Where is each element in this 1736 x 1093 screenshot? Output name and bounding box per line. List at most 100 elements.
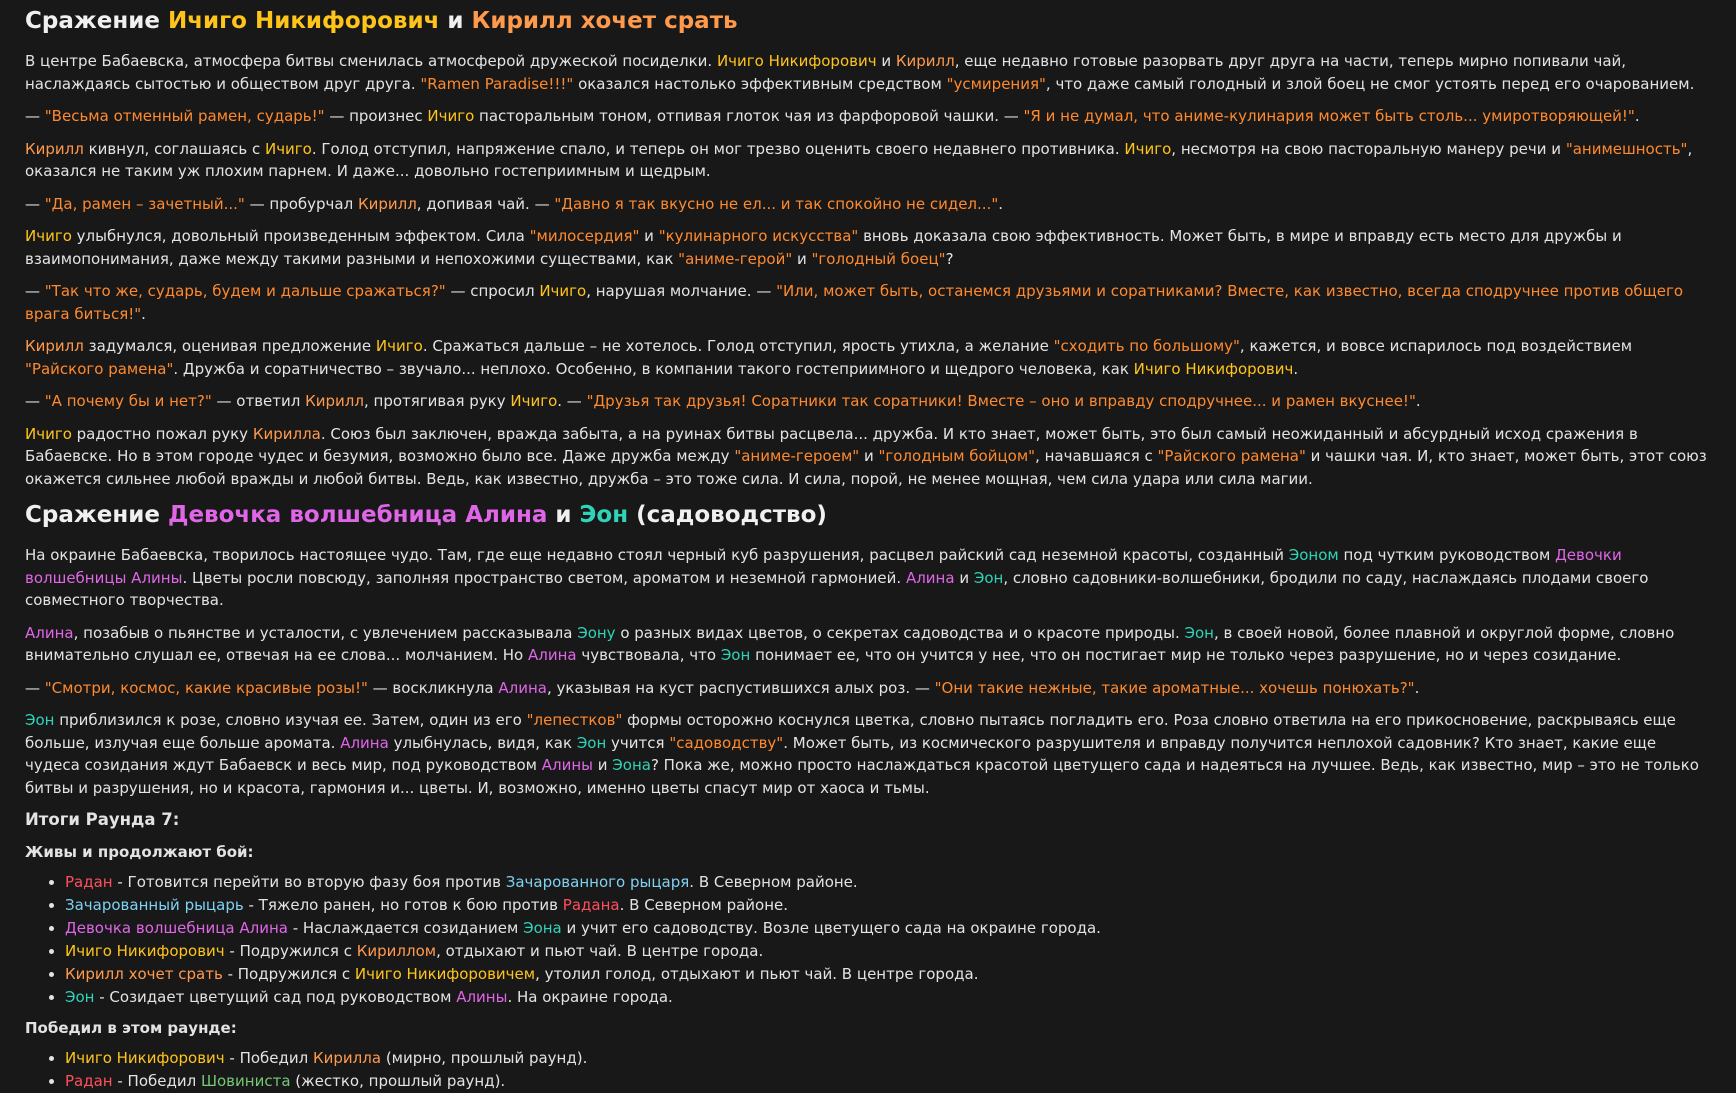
name-highlight: Ичиго xyxy=(375,337,423,355)
text-run: — пробурчал xyxy=(244,194,358,213)
name-highlight: "Давно я так вкусно не ел... и так споко… xyxy=(554,194,999,213)
text-run: оказался настолько эффективным средством xyxy=(573,74,947,93)
list-item: Ичиго Никифорович - Подружился с Кирилло… xyxy=(65,940,1712,963)
text-run: - Победил xyxy=(224,1049,314,1067)
alive-heading: Живы и продолжают бой: xyxy=(25,843,254,861)
list-item: Ичиго Никифорович - Победил Кирилла (мир… xyxy=(65,1047,1712,1070)
text-run: , протягивая руку xyxy=(363,392,511,410)
name-highlight: Радан xyxy=(65,873,113,891)
text-run: , допивая чай. — xyxy=(416,194,555,213)
text-run: , нарушая молчание. — xyxy=(586,282,777,300)
text-run: . На окраине города. xyxy=(507,988,673,1006)
text-run: , отдыхают и пьют чай. В центре города. xyxy=(436,942,764,960)
name-highlight: Алина xyxy=(340,733,389,752)
text-run: (мирно, прошлый раунд). xyxy=(381,1049,588,1067)
text-run: — xyxy=(25,392,45,410)
name-highlight: Ичиго Никифорович xyxy=(167,8,440,34)
name-highlight: Ичиго Никифоровичем xyxy=(354,965,536,983)
text-run: . — xyxy=(557,392,587,410)
text-run: и xyxy=(876,52,896,70)
name-highlight: Эон xyxy=(65,988,95,1006)
name-highlight: Кирилла xyxy=(313,1049,382,1067)
name-highlight: Алины xyxy=(456,988,508,1006)
name-highlight: "Смотри, космос, какие красивые розы!" xyxy=(44,678,368,697)
text-run: . xyxy=(141,304,146,323)
name-highlight: Ичиго xyxy=(264,139,312,158)
list-item: Кирилл хочет срать - Подружился с Ичиго … xyxy=(65,963,1712,986)
battle-2-body: На окраине Бабаевска, творилось настояще… xyxy=(25,544,1712,799)
name-highlight: "анимешность" xyxy=(1565,139,1688,158)
name-highlight: Девочка волшебница Алина xyxy=(65,919,288,937)
paragraph: — "Да, рамен – зачетный..." — пробурчал … xyxy=(25,193,1712,216)
text-run: улыбнулся, довольный произведенным эффек… xyxy=(71,227,530,245)
name-highlight: Алина xyxy=(905,568,955,587)
document: Сражение Ичиго Никифорович и Кирилл хоче… xyxy=(0,0,1736,1093)
paragraph: Алина , позабыв о пьянстве и усталости, с… xyxy=(25,622,1712,667)
name-highlight: Эон xyxy=(576,733,607,752)
text-run: и xyxy=(954,568,974,587)
text-run: , позабыв о пьянстве и усталости, с увле… xyxy=(73,623,578,642)
text-run: о разных видах цветов, о секретах садово… xyxy=(615,623,1185,642)
battle-2-title: Сражение Девочка волшебница Алина и Эон … xyxy=(25,500,1712,530)
text-run: - Наслаждается созиданием xyxy=(287,919,524,937)
name-highlight: "А почему бы и нет?" xyxy=(44,392,212,410)
name-highlight: Ичиго Никифорович xyxy=(1133,359,1294,378)
name-highlight: Алина xyxy=(527,646,577,664)
text-run: - Созидает цветущий сад под руководством xyxy=(94,988,457,1006)
text-run: под чутким руководством xyxy=(1338,546,1556,564)
name-highlight: Зачарованного рыцаря xyxy=(505,873,690,891)
text-run: и учит его садоводству. Возле цветущего … xyxy=(561,919,1101,937)
text-run: — xyxy=(25,107,45,125)
text-run: — ответил xyxy=(211,392,306,410)
name-highlight: "Ramen Paradise!!!" xyxy=(420,74,574,93)
name-highlight: Кирилл хочет срать xyxy=(65,965,223,983)
text-run: задумался, оценивая предложение xyxy=(83,337,376,355)
name-highlight: Кириллом xyxy=(356,942,437,960)
text-run: и xyxy=(859,447,879,465)
name-highlight: Эон xyxy=(1184,623,1214,642)
paragraph: Кирилл кивнул, соглашаясь с Ичиго. Голод… xyxy=(25,138,1712,183)
name-highlight: Кирилл хочет срать xyxy=(471,8,738,34)
name-highlight: "Райского рамена" xyxy=(1157,447,1306,465)
name-highlight: Эон xyxy=(973,568,1004,587)
name-highlight: "кулинарного искусства" xyxy=(658,227,859,245)
text-run: - Готовится перейти во вторую фазу боя п… xyxy=(112,873,506,891)
name-highlight: Алина xyxy=(498,678,547,697)
name-highlight: Эон xyxy=(720,646,751,664)
list-item: Девочка волшебница Алина - Наслаждается … xyxy=(65,917,1712,940)
text-run: и xyxy=(547,502,580,528)
name-highlight: Ичиго xyxy=(539,282,587,300)
winners-list: Ичиго Никифорович - Победил Кирилла (мир… xyxy=(25,1047,1712,1093)
text-run: радостно пожал руку xyxy=(71,424,253,443)
name-highlight: Ичиго xyxy=(1124,139,1172,158)
paragraph: Ичиго улыбнулся, довольный произведенным… xyxy=(25,225,1712,270)
name-highlight: "аниме-герой" xyxy=(678,249,793,268)
name-highlight: Ичиго Никифорович xyxy=(65,942,225,960)
text-run: , утолил голод, отдыхают и пьют чай. В ц… xyxy=(535,965,979,983)
name-highlight: "голодный боец" xyxy=(811,249,946,268)
paragraph: В центре Бабаевска, атмосфера битвы смен… xyxy=(25,50,1712,95)
list-item: Радан - Готовится перейти во вторую фазу… xyxy=(65,871,1712,894)
name-highlight: Эон xyxy=(25,711,55,729)
name-highlight: Шовиниста xyxy=(200,1072,291,1090)
text-run: - Подружился с xyxy=(222,965,355,983)
list-item: Эон - Созидает цветущий сад под руководс… xyxy=(65,986,1712,1009)
name-highlight: Ичиго Никифорович xyxy=(716,52,877,70)
name-highlight: Эона xyxy=(612,756,651,774)
text-run: кивнул, соглашаясь с xyxy=(83,139,265,158)
name-highlight: Ичиго xyxy=(510,392,558,410)
text-run: и xyxy=(593,756,613,774)
name-highlight: Кирилл xyxy=(25,337,84,355)
text-run: улыбнулась, видя, как xyxy=(388,733,577,752)
text-run: На окраине Бабаевска, творилось настояще… xyxy=(25,546,1289,564)
name-highlight: "Так что же, сударь, будем и дальше сраж… xyxy=(44,282,446,300)
text-run: . Цветы росли повсюду, заполняя простран… xyxy=(182,568,906,587)
name-highlight: Эоном xyxy=(1288,546,1339,564)
list-item: Радан - Победил Шовиниста (жестко, прошл… xyxy=(65,1070,1712,1093)
text-run: . В Северном районе. xyxy=(619,896,789,914)
text-run: , несмотря на свою пасторальную манеру р… xyxy=(1171,139,1566,158)
text-run: (жестко, прошлый раунд). xyxy=(290,1072,506,1090)
text-run: - Победил xyxy=(112,1072,201,1090)
text-run: , начавшаяся с xyxy=(1035,447,1158,465)
paragraph: Ичиго радостно пожал руку Кирилла. Союз … xyxy=(25,423,1712,491)
